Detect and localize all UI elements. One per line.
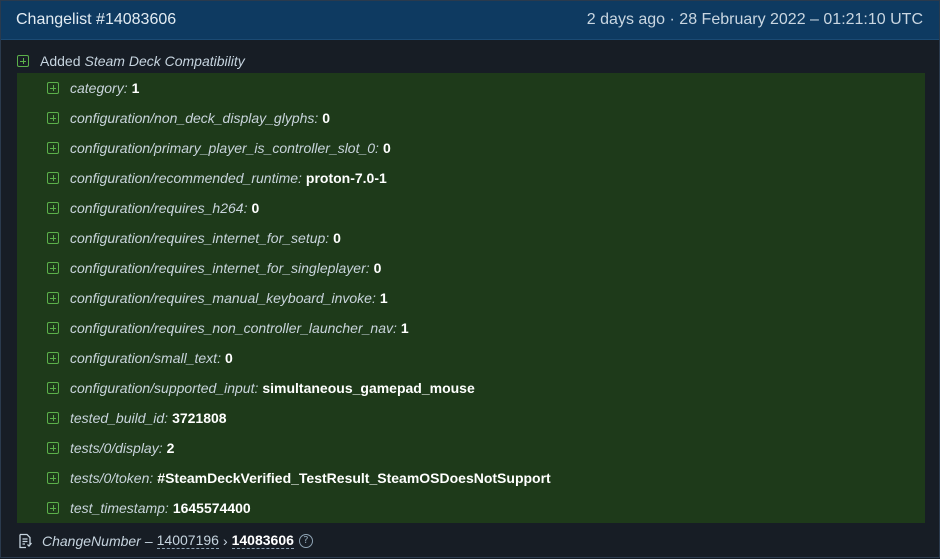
plus-square-icon	[47, 322, 59, 334]
item-value: 0	[322, 110, 331, 126]
item-key: configuration/requires_manual_keyboard_i…	[70, 290, 376, 306]
plus-square-icon	[47, 142, 59, 154]
current-changenumber[interactable]: 14083606	[231, 533, 294, 549]
item-value: 2	[166, 440, 175, 456]
item-key: configuration/small_text:	[70, 350, 221, 366]
list-item: category: 1	[17, 73, 925, 103]
item-value: #SteamDeckVerified_TestResult_SteamOSDoe…	[157, 470, 551, 486]
added-keys-list: category: 1 configuration/non_deck_displ…	[17, 73, 925, 523]
item-key: test_timestamp:	[70, 500, 169, 516]
item-key: configuration/supported_input:	[70, 380, 259, 396]
plus-square-icon	[47, 292, 59, 304]
document-icon	[19, 533, 32, 549]
help-icon[interactable]: ?	[298, 534, 313, 548]
list-item: configuration/small_text: 0	[17, 343, 925, 373]
item-value: 0	[224, 350, 233, 366]
item-key: configuration/requires_h264:	[70, 200, 248, 216]
list-item: configuration/recommended_runtime: proto…	[17, 163, 925, 193]
plus-square-icon	[47, 352, 59, 364]
item-value: proton-7.0-1	[305, 170, 387, 186]
item-value: 0	[382, 140, 391, 156]
item-key: tested_build_id:	[70, 410, 169, 426]
changelist-timestamp: 2 days ago · 28 February 2022 – 01:21:10…	[586, 11, 923, 28]
separator: –	[144, 533, 153, 549]
chevron-right-icon: ›	[222, 533, 228, 549]
item-value: 1	[400, 320, 409, 336]
item-key: configuration/requires_internet_for_sing…	[70, 260, 370, 276]
changenumber-label: ChangeNumber	[42, 533, 141, 549]
added-section-header: Added Steam Deck Compatibility	[17, 50, 924, 72]
plus-square-icon	[47, 382, 59, 394]
item-key: configuration/requires_internet_for_setu…	[70, 230, 330, 246]
item-key: tests/0/token:	[70, 470, 154, 486]
list-item: configuration/requires_manual_keyboard_i…	[17, 283, 925, 313]
plus-square-icon	[47, 172, 59, 184]
item-key: configuration/recommended_runtime:	[70, 170, 302, 186]
changelist-header: Changelist #14083606 2 days ago · 28 Feb…	[1, 1, 939, 40]
changelist-body: Added Steam Deck Compatibility category:…	[1, 40, 939, 523]
plus-square-icon	[47, 202, 59, 214]
list-item: configuration/requires_internet_for_sing…	[17, 253, 925, 283]
item-value: simultaneous_gamepad_mouse	[262, 380, 475, 396]
changelist-title: Changelist #14083606	[16, 11, 177, 28]
item-value: 1	[131, 80, 140, 96]
list-item: configuration/requires_h264: 0	[17, 193, 925, 223]
added-section-name: Steam Deck Compatibility	[84, 53, 245, 69]
plus-square-icon	[47, 412, 59, 424]
item-value: 1	[379, 290, 388, 306]
previous-changenumber-link[interactable]: 14007196	[156, 533, 219, 549]
plus-square-icon	[47, 232, 59, 244]
item-key: tests/0/display:	[70, 440, 163, 456]
item-value: 3721808	[172, 410, 227, 426]
plus-square-icon	[47, 442, 59, 454]
plus-square-icon	[47, 112, 59, 124]
item-key: category:	[70, 80, 128, 96]
list-item: configuration/primary_player_is_controll…	[17, 133, 925, 163]
list-item: configuration/supported_input: simultane…	[17, 373, 925, 403]
item-key: configuration/requires_non_controller_la…	[70, 320, 397, 336]
list-item: tested_build_id: 3721808	[17, 403, 925, 433]
changenumber-footer: ChangeNumber – 14007196 › 14083606 ?	[1, 523, 939, 559]
list-item: configuration/non_deck_display_glyphs: 0	[17, 103, 925, 133]
list-item: tests/0/display: 2	[17, 433, 925, 463]
item-key: configuration/primary_player_is_controll…	[70, 140, 379, 156]
item-value: 0	[373, 260, 382, 276]
plus-square-icon	[47, 82, 59, 94]
item-value: 0	[251, 200, 260, 216]
list-item: tests/0/token: #SteamDeckVerified_TestRe…	[17, 463, 925, 493]
plus-square-icon	[47, 502, 59, 514]
list-item: test_timestamp: 1645574400	[17, 493, 925, 523]
list-item: configuration/requires_internet_for_setu…	[17, 223, 925, 253]
list-item: configuration/requires_non_controller_la…	[17, 313, 925, 343]
item-value: 0	[333, 230, 341, 246]
item-value: 1645574400	[172, 500, 251, 516]
plus-square-icon	[47, 262, 59, 274]
added-label: Added	[40, 53, 81, 69]
changelist-panel: Changelist #14083606 2 days ago · 28 Feb…	[0, 0, 940, 558]
plus-square-icon	[17, 55, 29, 67]
item-key: configuration/non_deck_display_glyphs:	[70, 110, 319, 126]
plus-square-icon	[47, 472, 59, 484]
